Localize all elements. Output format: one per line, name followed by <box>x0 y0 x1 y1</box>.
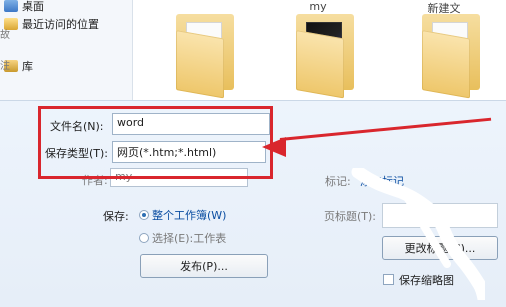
files-view: my 新建文 <box>140 0 506 100</box>
edge-character: 故 <box>0 30 10 41</box>
save-label: 保存: <box>103 210 129 223</box>
filename-label: 文件名(N): <box>50 120 104 133</box>
filetype-value: 网页(*.htm;*.html) <box>117 146 217 159</box>
file-label: my <box>309 0 327 13</box>
author-input[interactable]: my <box>110 168 248 187</box>
desktop-icon <box>4 0 18 12</box>
filetype-select[interactable]: 网页(*.htm;*.html) <box>112 141 266 163</box>
publish-button-label: 发布(P)... <box>180 260 228 273</box>
folder-icon[interactable] <box>422 14 480 99</box>
thumbnail-label: 保存缩略图 <box>399 274 454 287</box>
sidebar-item-label: 桌面 <box>22 0 44 13</box>
entire-workbook-radio[interactable] <box>139 210 149 220</box>
entire-workbook-label: 整个工作簿(W) <box>152 209 227 222</box>
filename-value: word <box>117 116 145 129</box>
thumbnail-checkbox[interactable] <box>383 274 394 285</box>
selection-radio[interactable] <box>139 233 149 243</box>
folder-icon[interactable] <box>176 14 234 99</box>
sidebar-item-label: 库 <box>22 60 33 73</box>
page-title-input[interactable] <box>382 203 498 228</box>
navigation-pane: 桌面 最近访问的位置 库 故 注 <box>0 0 133 100</box>
author-label: 作者: <box>82 174 108 187</box>
change-title-button[interactable]: 更改标题(C)... <box>382 236 498 260</box>
publish-button[interactable]: 发布(P)... <box>140 254 268 278</box>
edge-character: 注 <box>0 61 10 72</box>
selection-label: 选择(E):工作表 <box>152 232 227 245</box>
folder-dark-icon[interactable] <box>296 14 354 99</box>
file-browser-area: 桌面 最近访问的位置 库 故 注 my 新建文 <box>0 0 506 100</box>
filetype-label: 保存类型(T): <box>45 147 109 160</box>
change-title-button-label: 更改标题(C)... <box>404 242 476 255</box>
page-title-label: 页标题(T): <box>324 210 377 223</box>
tags-link[interactable]: 添加标记 <box>360 173 404 189</box>
tags-label: 标记: <box>325 175 351 188</box>
author-value: my <box>115 170 133 183</box>
sidebar-item-label: 最近访问的位置 <box>22 18 99 31</box>
sidebar-item-desktop[interactable]: 桌面 <box>4 0 44 14</box>
sidebar-item-recent-places[interactable]: 最近访问的位置 <box>4 16 99 32</box>
filename-input[interactable]: word <box>112 113 270 135</box>
